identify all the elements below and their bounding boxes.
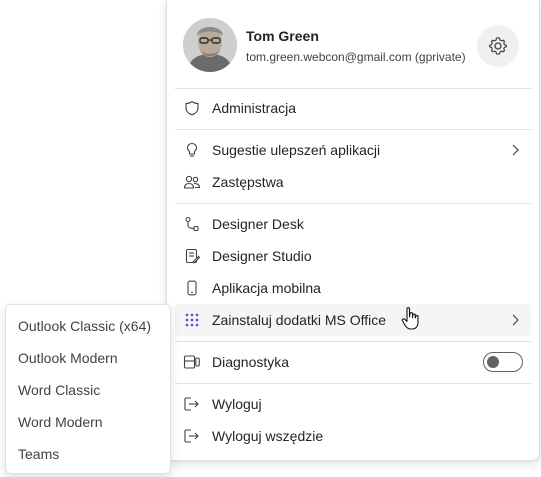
account-menu: Tom Green tom.green.webcon@gmail.com (gp…: [166, 0, 540, 461]
menu-item-designer-desk[interactable]: Designer Desk: [175, 208, 531, 240]
profile-header: Tom Green tom.green.webcon@gmail.com (gp…: [167, 0, 539, 88]
divider: [175, 383, 531, 384]
apps-grid-icon: [183, 311, 201, 329]
divider: [175, 129, 531, 130]
submenu-item-word-modern[interactable]: Word Modern: [18, 406, 103, 438]
settings-button[interactable]: [477, 25, 519, 67]
menu-item-designer-studio[interactable]: Designer Studio: [175, 240, 531, 272]
flow-icon: [183, 215, 201, 233]
divider: [175, 341, 531, 342]
menu-item-label: Zainstaluj dodatki MS Office: [212, 312, 387, 328]
menu-item-wyloguj-wszedzie[interactable]: Wyloguj wszędzie: [175, 420, 531, 452]
office-addins-submenu: Outlook Classic (x64) Outlook Modern Wor…: [5, 304, 171, 474]
menu-item-zastepstwa[interactable]: Zastępstwa: [175, 166, 531, 198]
menu-item-label: Wyloguj wszędzie: [212, 428, 324, 444]
menu-item-label: Wyloguj: [212, 396, 262, 412]
toggle-knob: [487, 356, 499, 368]
chevron-right-icon: [512, 314, 519, 326]
sign-out-icon: [183, 427, 201, 445]
diagnostics-icon: [183, 353, 201, 371]
chevron-right-icon: [512, 144, 519, 156]
menu-item-sugestie[interactable]: Sugestie ulepszeń aplikacji: [175, 134, 531, 166]
submenu-item-word-classic[interactable]: Word Classic: [18, 374, 100, 406]
menu-item-diagnostyka[interactable]: Diagnostyka: [175, 346, 531, 378]
submenu-item-teams[interactable]: Teams: [18, 438, 59, 470]
diagnostyka-toggle[interactable]: [483, 352, 523, 372]
divider: [175, 203, 531, 204]
menu-item-wyloguj[interactable]: Wyloguj: [175, 388, 531, 420]
divider: [175, 88, 531, 89]
shield-icon: [183, 99, 201, 117]
menu-item-label: Designer Studio: [212, 248, 312, 264]
menu-item-label: Diagnostyka: [212, 354, 290, 370]
phone-icon: [183, 279, 201, 297]
submenu-item-outlook-classic[interactable]: Outlook Classic (x64): [18, 310, 151, 342]
document-edit-icon: [183, 247, 201, 265]
profile-name: Tom Green: [246, 28, 319, 44]
menu-item-zainstaluj[interactable]: Zainstaluj dodatki MS Office: [175, 304, 531, 336]
avatar: [183, 18, 237, 72]
profile-email: tom.green.webcon@gmail.com (gprivate): [246, 50, 466, 64]
menu-item-label: Designer Desk: [212, 216, 304, 232]
menu-item-label: Zastępstwa: [212, 174, 284, 190]
submenu-item-outlook-modern[interactable]: Outlook Modern: [18, 342, 118, 374]
lightbulb-icon: [183, 141, 201, 159]
menu-item-label: Administracja: [212, 100, 297, 116]
sign-out-icon: [183, 395, 201, 413]
menu-item-label: Aplikacja mobilna: [212, 280, 321, 296]
people-icon: [183, 173, 201, 191]
menu-item-aplikacja-mobilna[interactable]: Aplikacja mobilna: [175, 272, 531, 304]
hand-cursor-icon: [401, 307, 419, 330]
gear-icon: [489, 37, 507, 55]
menu-item-label: Sugestie ulepszeń aplikacji: [212, 142, 381, 158]
menu-item-administracja[interactable]: Administracja: [175, 92, 531, 124]
